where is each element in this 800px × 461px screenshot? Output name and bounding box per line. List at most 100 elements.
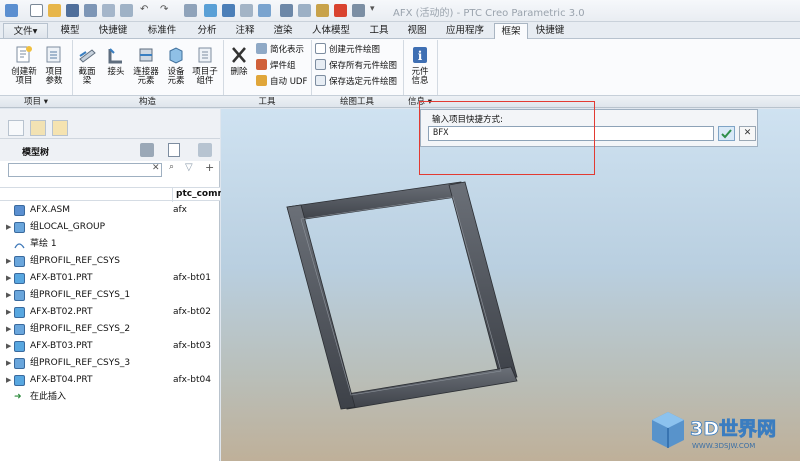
tab-manikin[interactable]: 人体模型 xyxy=(302,23,360,39)
simplified-rep-button[interactable]: 简化表示 xyxy=(256,43,304,56)
model-tree-tab-icon[interactable] xyxy=(8,120,24,136)
window-icon[interactable] xyxy=(102,4,115,17)
tab-shortcut-2[interactable]: 快捷键 xyxy=(528,23,572,39)
weld-group-button[interactable]: 焊件组 xyxy=(256,59,296,72)
project-parameters-button[interactable]: 项目 参数 xyxy=(41,44,67,86)
button-label: 删除 xyxy=(230,67,248,77)
group-project-label[interactable]: 项目 ▾ xyxy=(0,96,72,108)
add-icon[interactable]: + xyxy=(205,161,214,174)
regen-icon[interactable] xyxy=(204,4,217,17)
expand-arrow-icon[interactable]: ▶ xyxy=(6,270,11,287)
lock-icon[interactable] xyxy=(316,4,329,17)
part-icon xyxy=(14,273,25,284)
svg-text:i: i xyxy=(418,49,423,63)
tab-analysis[interactable]: 分析 xyxy=(188,23,226,39)
tab-tools[interactable]: 工具 xyxy=(360,23,398,39)
tab-model[interactable]: 模型 xyxy=(50,23,90,39)
tree-row[interactable]: ▶ 组PROFIL_REF_CSYS_1 xyxy=(0,287,220,304)
button-label: 创建元件绘图 xyxy=(329,45,381,55)
create-new-project-button[interactable]: 创建新 项目 xyxy=(8,44,40,86)
tab-view[interactable]: 视图 xyxy=(398,23,436,39)
regenerate-icon[interactable] xyxy=(84,4,97,17)
tree-row[interactable]: ▶ AFX-BT02.PRT afx-bt02 xyxy=(0,304,220,321)
tree-row[interactable]: AFX.ASM afx xyxy=(0,202,220,219)
tree-item-name: AFX.ASM xyxy=(30,205,70,215)
tree-row[interactable]: ▶ 组PROFIL_REF_CSYS xyxy=(0,253,220,270)
undo-icon[interactable]: ↶ xyxy=(140,4,153,17)
confirm-button[interactable] xyxy=(718,126,735,141)
windows-icon[interactable] xyxy=(222,4,235,17)
expand-arrow-icon[interactable]: ▶ xyxy=(6,355,11,372)
tree-item-name: 在此插入 xyxy=(30,392,67,402)
settings-icon[interactable] xyxy=(184,4,197,17)
connector-element-button[interactable]: 连接器 元素 xyxy=(131,44,161,86)
parameters-icon xyxy=(46,46,61,63)
group-icon xyxy=(14,324,25,335)
auto-udf-button[interactable]: 自动 UDF xyxy=(256,75,307,88)
column-header-param[interactable]: ptc_comn xyxy=(172,188,224,202)
tree-search-input[interactable] xyxy=(8,163,162,177)
create-component-drawing-button[interactable]: 创建元件绘图 xyxy=(315,43,380,56)
beam-bottom[interactable] xyxy=(340,366,518,410)
cancel-button[interactable]: ✕ xyxy=(739,126,756,141)
tree-item-name: AFX-BT04.PRT xyxy=(30,375,93,385)
favorites-tab-icon[interactable] xyxy=(52,120,68,136)
tree-row[interactable]: ▶ AFX-BT04.PRT afx-bt04 xyxy=(0,372,220,389)
tree-row[interactable]: 草绘 1 xyxy=(0,236,220,253)
open-folder-icon[interactable] xyxy=(48,4,61,17)
tree-filter-icon[interactable] xyxy=(198,143,212,157)
save-all-drawings-button[interactable]: 保存所有元件绘图 xyxy=(315,59,397,72)
expand-arrow-icon[interactable]: ▶ xyxy=(6,321,11,338)
delete-button[interactable]: 删除 xyxy=(226,44,252,77)
tree-row[interactable]: ▶ AFX-BT01.PRT afx-bt01 xyxy=(0,270,220,287)
save-selected-drawings-button[interactable]: 保存选定元件绘图 xyxy=(315,75,397,88)
button-label: 信息 xyxy=(411,76,429,86)
expand-arrow-icon[interactable]: ▶ xyxy=(6,287,11,304)
beam-right[interactable] xyxy=(448,181,518,382)
tab-render[interactable]: 渲染 xyxy=(264,23,302,39)
expand-arrow-icon[interactable]: ▶ xyxy=(6,338,11,355)
expand-arrow-icon[interactable]: ▶ xyxy=(6,372,11,389)
tab-file[interactable]: 文件▾ xyxy=(3,23,48,39)
expand-arrow-icon[interactable]: ▶ xyxy=(6,219,11,236)
tab-annotate[interactable]: 注释 xyxy=(226,23,264,39)
macro-icon[interactable] xyxy=(280,4,293,17)
close-window-icon[interactable] xyxy=(120,4,133,17)
screen-icon[interactable] xyxy=(258,4,271,17)
section-beam-button[interactable]: 截面 梁 xyxy=(74,44,100,86)
beam-top[interactable] xyxy=(286,181,464,222)
device-element-button[interactable]: 设备 元素 xyxy=(162,44,190,86)
part-icon xyxy=(14,307,25,318)
copy-icon[interactable] xyxy=(240,4,253,17)
clipboard-icon[interactable] xyxy=(352,4,365,17)
tab-frame[interactable]: 框架 xyxy=(494,23,528,40)
tree-row[interactable]: ▶ 组PROFIL_REF_CSYS_2 xyxy=(0,321,220,338)
save-icon[interactable] xyxy=(66,4,79,17)
new-file-icon[interactable] xyxy=(30,4,43,17)
tab-applications[interactable]: 应用程序 xyxy=(436,23,494,39)
project-subassembly-button[interactable]: 项目子 组件 xyxy=(191,44,219,86)
group-construct-label: 构造 xyxy=(138,97,156,107)
search-icon[interactable]: ⌕ xyxy=(169,162,174,172)
tree-row[interactable]: ▶ AFX-BT03.PRT afx-bt03 xyxy=(0,338,220,355)
tree-columns-icon[interactable] xyxy=(168,143,180,157)
tree-row[interactable]: ▶ 组PROFIL_REF_CSYS_3 xyxy=(0,355,220,372)
expand-arrow-icon[interactable]: ▶ xyxy=(6,253,11,270)
joint-button[interactable]: 接头 xyxy=(103,44,129,77)
folder-browser-tab-icon[interactable] xyxy=(30,120,46,136)
tab-standard-parts[interactable]: 标准件 xyxy=(136,23,188,39)
tab-shortcut-1[interactable]: 快捷键 xyxy=(90,23,136,39)
close-red-icon[interactable] xyxy=(334,4,347,17)
tools-icon[interactable] xyxy=(298,4,311,17)
tree-row[interactable]: ➜ 在此插入 xyxy=(0,389,220,406)
beam-left[interactable] xyxy=(286,204,356,410)
redo-icon[interactable]: ↷ xyxy=(160,4,173,17)
tree-row[interactable]: ▶ 组LOCAL_GROUP xyxy=(0,219,220,236)
customize-qa-icon[interactable]: ▾ xyxy=(370,4,383,17)
expand-arrow-icon[interactable]: ▶ xyxy=(6,304,11,321)
tree-item-param-value: afx-bt03 xyxy=(173,341,211,351)
component-info-button[interactable]: i 元件 信息 xyxy=(406,44,434,86)
tree-settings-icon[interactable] xyxy=(140,143,154,157)
clear-search-icon[interactable]: ✕ xyxy=(152,163,160,173)
funnel-filter-icon[interactable]: ▽ xyxy=(185,162,193,173)
